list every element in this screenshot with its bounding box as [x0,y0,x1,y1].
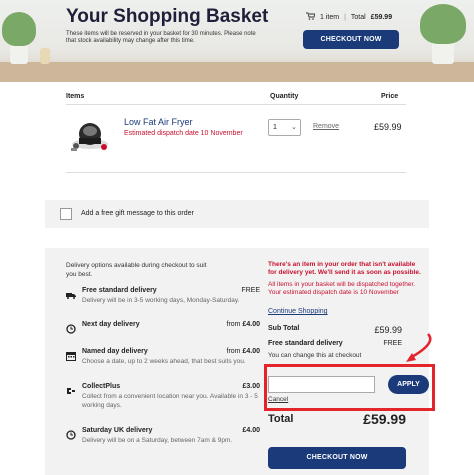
delivery-option-name: Next day delivery [82,321,140,328]
clock-icon [66,321,76,334]
cart-total-label: Total [350,13,366,21]
subtotal-row: Sub Total £59.99 [268,325,402,335]
divider [66,172,406,173]
remove-link[interactable]: Remove [313,123,339,130]
delivery-option-description: Delivery will be in 3-5 working days, Mo… [82,297,240,304]
delivery-option-price: £4.00 [242,427,260,434]
jar-image [40,48,50,64]
divider [66,104,406,105]
dispatch-warning: All items in your basket will be dispatc… [268,281,416,296]
plant-image [420,4,466,44]
cart-count: 1 item [320,13,340,21]
calendar-icon [66,348,76,361]
plant-image [2,12,36,46]
reservation-note: These items will be reserved in your bas… [66,31,256,44]
clock-icon [66,427,76,440]
delivery-option-price: £3.00 [242,383,260,390]
product-image[interactable] [68,114,112,158]
delivery-intro: Delivery options available during checko… [66,262,207,278]
availability-warning: There's an item in your order that isn't… [268,261,421,276]
shipping-label: Free standard delivery [268,340,343,347]
basket-icon [306,12,316,22]
promo-code-input[interactable] [268,376,375,393]
change-at-checkout-note: You can change this at checkout [268,352,362,359]
cancel-promo-link[interactable]: Cancel [268,396,288,403]
collectplus-icon [66,383,76,394]
delivery-option-price: FREE [241,287,260,294]
quantity-column-header: Quantity [270,93,299,100]
item-price: £59.99 [374,122,402,132]
price-column-header: Price [381,93,399,100]
quantity-value: 1 [273,124,277,131]
total-value: £59.99 [363,411,406,427]
gift-message-checkbox[interactable] [60,208,72,220]
gift-message-label: Add a free gift message to this order [81,210,194,217]
delivery-option-price: from £4.00 [226,348,260,355]
delivery-option-description: Choose a date, up to 2 weeks ahead, that… [82,358,246,365]
checkout-now-button[interactable]: CHECKOUT NOW [268,447,406,469]
cart-summary[interactable]: 1 item | Total £59.99 [306,12,392,22]
items-column-header: Items [66,93,85,100]
delivery-option-description: Collect from a convenient location near … [82,393,258,409]
page-title: Your Shopping Basket [66,6,269,27]
dispatch-date: Estimated dispatch date 10 November [124,130,243,137]
hero-shelf [0,62,474,82]
apply-promo-button[interactable]: APPLY [388,375,429,394]
chevron-down-icon: ⌄ [291,124,297,131]
continue-shopping-link[interactable]: Continue Shopping [268,308,328,315]
delivery-option-name: CollectPlus [82,383,121,390]
total-label: Total [268,413,294,425]
hero-banner: Your Shopping Basket These items will be… [0,0,474,82]
subtotal-label: Sub Total [268,325,300,332]
shipping-row: Free standard delivery FREE [268,340,402,347]
truck-icon [66,287,76,299]
order-total-row: Total £59.99 [268,411,406,427]
divider: | [344,13,346,21]
gift-message-option[interactable]: Add a free gift message to this order [45,200,429,228]
cart-total-value: £59.99 [370,13,393,21]
delivery-option-name: Named day delivery [82,348,148,355]
delivery-option-description: Delivery will be on a Saturday, between … [82,437,233,444]
quantity-select[interactable]: 1 ⌄ [268,119,301,136]
arrow-annotation-icon [406,333,432,362]
delivery-option-name: Saturday UK delivery [82,427,153,434]
delivery-option-price: from £4.00 [226,321,260,328]
delivery-option-name: Free standard delivery [82,287,157,294]
checkout-now-button[interactable]: CHECKOUT NOW [303,30,399,49]
product-name-link[interactable]: Low Fat Air Fryer [124,117,193,127]
